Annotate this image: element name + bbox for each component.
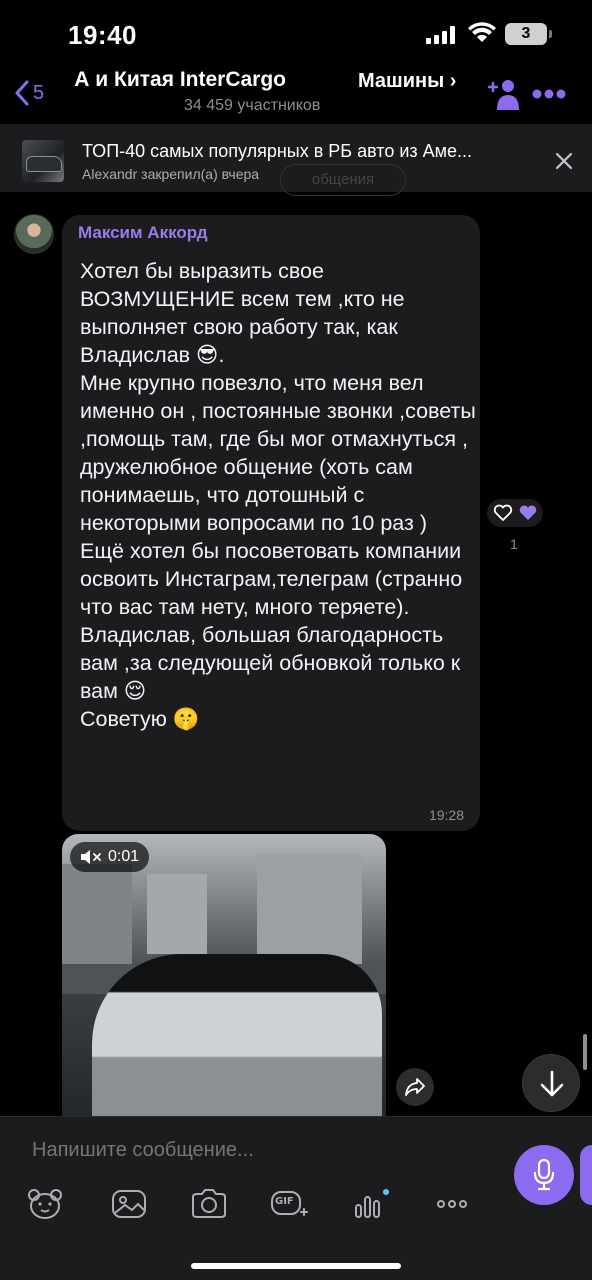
pinned-title: ТОП-40 самых популярных в РБ авто из Аме… [82,141,473,161]
pinned-subtitle: Alexandr закрепил(а) вчера [82,166,260,182]
scroll-down-button[interactable] [522,1054,580,1112]
reaction-count: 1 [510,536,518,552]
message-bubble[interactable]: Максим Аккорд Хотел бы выразить свое ВОЗ… [62,215,480,831]
mic-icon [533,1158,555,1191]
arrow-down-icon [540,1070,564,1097]
avatar[interactable] [14,214,54,254]
signal-icon [426,26,456,44]
pinned-message[interactable]: общения ТОП-40 самых популярных в РБ авт… [0,124,592,196]
share-button[interactable] [396,1068,434,1106]
chat-title[interactable]: А и Китая InterCargo [0,68,350,92]
status-bar: 19:40 3 [0,0,592,70]
more-icon[interactable] [531,88,567,100]
camera-icon[interactable] [190,1187,228,1221]
heart-icon[interactable] [493,504,513,522]
purple-heart-icon[interactable] [518,504,538,522]
sender-name[interactable]: Максим Аккорд [78,223,208,243]
mic-edge [580,1145,592,1205]
channel-link[interactable]: Машины › [358,70,456,93]
poll-icon[interactable] [352,1187,390,1221]
video-message[interactable]: 0:01 [62,834,386,1116]
reactions[interactable] [487,499,543,527]
mic-button[interactable] [514,1145,574,1205]
members-count: 34 459 участников [184,97,321,114]
battery-tip [549,30,552,38]
pinned-ghost-label: общения [280,164,406,196]
sticker-icon[interactable] [26,1187,64,1221]
wifi-icon [468,22,496,42]
composer-toolbar: GIF [0,1177,500,1227]
close-icon[interactable] [553,150,575,172]
mute-icon[interactable] [80,849,102,865]
chat-header: 5 А и Китая InterCargo 34 459 участников… [0,62,592,124]
image-icon[interactable] [110,1187,148,1221]
message-text: Хотел бы выразить свое ВОЗМУЩЕНИЕ всем т… [80,259,476,731]
composer: GIF [0,1116,592,1280]
gif-icon[interactable]: GIF [270,1187,308,1221]
share-icon [405,1078,425,1096]
message-time: 19:28 [428,807,464,823]
home-indicator [191,1263,401,1269]
gif-label: GIF [275,1196,294,1207]
scrollbar[interactable] [583,1034,587,1070]
more-horizontal-icon[interactable] [433,1187,471,1221]
video-duration[interactable]: 0:01 [70,842,150,872]
video-duration-label: 0:01 [108,848,140,865]
status-time: 19:40 [68,20,137,50]
video-frame-car [92,954,382,1116]
add-member-icon[interactable] [486,76,522,112]
battery-indicator: 3 [505,23,547,45]
pinned-thumbnail [22,140,64,182]
message-input[interactable] [32,1135,472,1165]
